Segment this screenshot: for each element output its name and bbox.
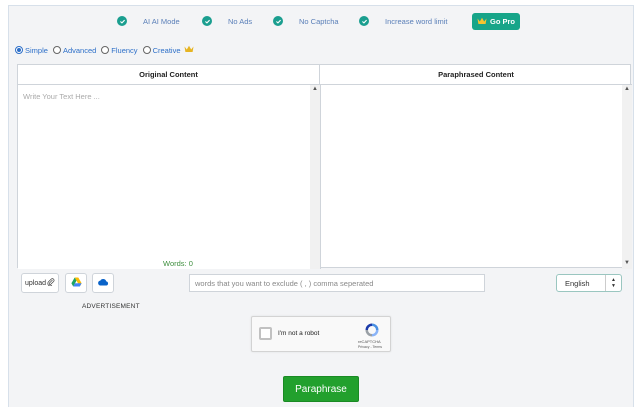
feature-bar: AI AI Mode No Ads No Captcha Increase wo… <box>9 6 635 38</box>
mode-label: Fluency <box>111 45 138 55</box>
onedrive-cloud-icon <box>97 278 109 288</box>
go-pro-button[interactable]: Go Pro <box>472 13 520 30</box>
language-select[interactable]: English ▲ ▼ <box>556 274 622 292</box>
paraphraser-frame: AI AI Mode No Ads No Captcha Increase wo… <box>8 5 634 407</box>
paraphrase-button[interactable]: Paraphrase <box>283 376 359 402</box>
scroll-down-icon[interactable]: ▼ <box>624 260 630 266</box>
recaptcha-brand: reCAPTCHA <box>358 339 381 344</box>
exclude-words-input[interactable] <box>189 274 485 292</box>
mode-label: Advanced <box>62 45 97 55</box>
scroll-up-icon[interactable]: ▲ <box>312 86 318 92</box>
paperclip-icon <box>47 278 55 288</box>
mode-label: Simple <box>25 45 48 55</box>
crown-icon <box>477 17 487 27</box>
captcha-label: I'm not a robot <box>278 330 320 337</box>
original-scrollbar[interactable]: ▲ <box>310 85 320 269</box>
feature-label: AI AI Mode <box>143 17 180 26</box>
feature-label: Increase word limit <box>385 17 448 26</box>
mode-selector: Simple Advanced Fluency Creative <box>15 45 199 55</box>
feature-no-captcha: No Captcha <box>273 16 339 26</box>
language-value: English <box>565 278 590 288</box>
mode-advanced[interactable]: Advanced <box>52 45 97 55</box>
crown-icon <box>184 45 194 55</box>
onedrive-button[interactable] <box>92 273 114 293</box>
google-drive-button[interactable] <box>65 273 87 293</box>
word-count: Words: 0 <box>163 259 193 268</box>
paraphrased-content-header: Paraphrased Content <box>320 65 632 85</box>
scroll-up-icon[interactable]: ▲ <box>624 86 630 92</box>
check-circle-icon <box>359 16 369 26</box>
radio[interactable] <box>101 46 110 54</box>
go-pro-label: Go Pro <box>489 17 515 26</box>
feature-ai-mode: AI AI Mode <box>117 16 180 26</box>
mode-creative[interactable]: Creative <box>142 45 194 55</box>
original-content-header: Original Content <box>18 65 320 85</box>
check-circle-icon <box>202 16 212 26</box>
radio-selected[interactable] <box>15 46 23 54</box>
check-circle-icon <box>117 16 127 26</box>
bottom-toolbar: upload English ▲▼ <box>17 273 631 299</box>
panel-divider <box>320 85 321 269</box>
mode-label: Creative <box>152 45 181 55</box>
advertisement-label: ADVERTISEMENT <box>82 303 140 310</box>
google-drive-icon <box>70 277 82 289</box>
recaptcha-logo-icon <box>364 322 380 338</box>
select-stepper-icon[interactable]: ▲ ▼ <box>605 275 621 291</box>
radio[interactable] <box>52 46 61 54</box>
check-circle-icon <box>273 16 283 26</box>
content-panels: Original Content Paraphrased Content ▲ ▲… <box>17 64 632 269</box>
upload-label: upload <box>24 279 47 287</box>
mode-simple[interactable]: Simple <box>15 46 48 55</box>
recaptcha-widget: I'm not a robot reCAPTCHA Privacy - Term… <box>251 316 391 352</box>
recaptcha-terms-link[interactable]: Privacy - Terms <box>358 345 382 349</box>
feature-word-limit: Increase word limit <box>359 16 448 26</box>
feature-no-ads: No Ads <box>202 16 252 26</box>
paraphrased-scrollbar[interactable]: ▲ ▼ <box>622 85 632 269</box>
mode-fluency[interactable]: Fluency <box>101 45 138 55</box>
captcha-checkbox[interactable] <box>259 327 272 340</box>
original-text-input[interactable] <box>18 85 320 269</box>
feature-label: No Ads <box>228 17 253 26</box>
feature-label: No Captcha <box>299 17 339 26</box>
radio[interactable] <box>142 46 151 54</box>
upload-button[interactable]: upload <box>21 273 59 293</box>
